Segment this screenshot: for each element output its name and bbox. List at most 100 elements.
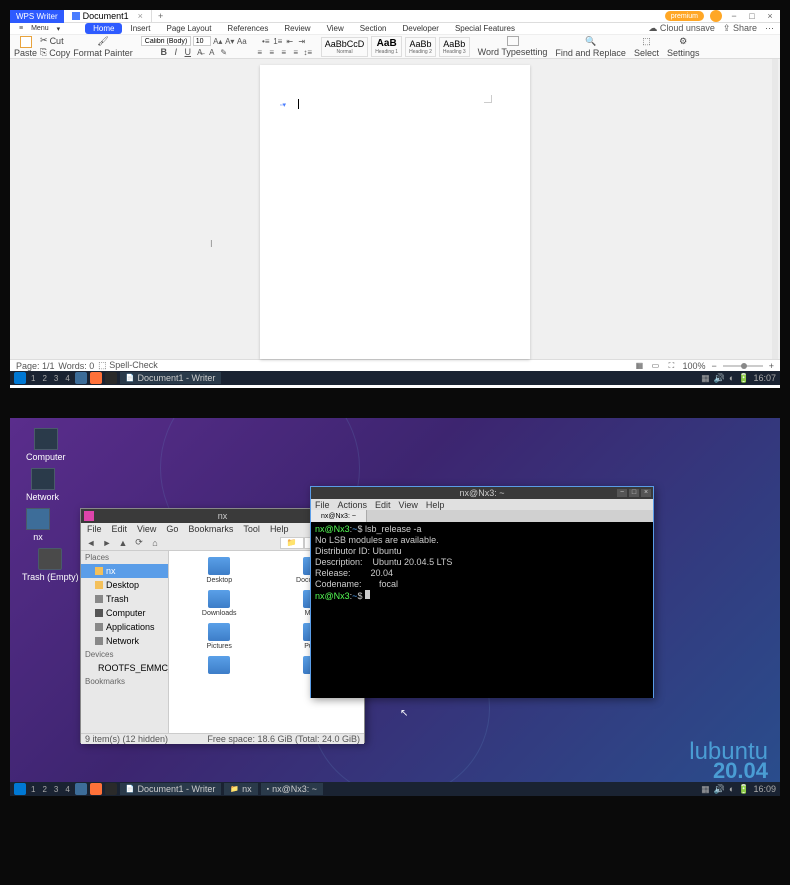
hamburger-icon[interactable]: ≡	[16, 25, 26, 32]
more-icon[interactable]: ⋯	[765, 23, 774, 34]
zoom-out-icon[interactable]: −	[711, 361, 716, 371]
sidebar-item[interactable]: Computer	[81, 606, 168, 620]
tab-section[interactable]: Section	[352, 23, 395, 34]
zoom-slider[interactable]	[723, 365, 763, 367]
close-button[interactable]: ×	[764, 11, 776, 21]
folder-item[interactable]: Downloads	[175, 590, 264, 617]
workspace-1[interactable]: 1	[29, 785, 37, 794]
firefox-icon[interactable]	[90, 783, 102, 795]
zoom-level[interactable]: 100%	[682, 361, 705, 371]
workspace-3[interactable]: 3	[52, 785, 60, 794]
sidebar-item[interactable]: Desktop	[81, 578, 168, 592]
forward-icon[interactable]: ►	[101, 537, 113, 549]
menu-help[interactable]: Help	[270, 524, 289, 534]
file-manager-icon[interactable]	[75, 783, 87, 795]
sidebar-item[interactable]: nx	[81, 564, 168, 578]
premium-badge[interactable]: premium	[665, 11, 704, 21]
font-color-icon[interactable]: A	[207, 47, 217, 57]
terminal-icon[interactable]	[105, 372, 117, 384]
sidebar-item[interactable]: Trash	[81, 592, 168, 606]
start-button[interactable]	[14, 783, 26, 795]
tab-home[interactable]: Home	[85, 23, 122, 34]
highlight-icon[interactable]: ✎	[219, 47, 229, 57]
battery-icon[interactable]: 🔋	[738, 373, 749, 384]
taskbar-app[interactable]: ▪ nx@Nx3: ~	[261, 783, 323, 795]
justify-icon[interactable]: ≡	[291, 47, 301, 57]
sidebar-item[interactable]: Network	[81, 634, 168, 648]
view-mode-icon[interactable]: ▭	[650, 361, 660, 371]
new-tab-button[interactable]: +	[152, 11, 169, 21]
workspace-1[interactable]: 1	[29, 374, 37, 383]
word-count[interactable]: Words: 0	[58, 361, 94, 371]
share-button[interactable]: ⇪ Share	[723, 23, 757, 34]
desktop-icon-network[interactable]: Network	[26, 468, 59, 502]
select-button[interactable]: ⬚Select	[634, 36, 659, 58]
line-spacing-icon[interactable]: ↕≡	[303, 47, 313, 57]
workspace-4[interactable]: 4	[63, 374, 71, 383]
tab-special[interactable]: Special Features	[447, 23, 523, 34]
outdent-icon[interactable]: ⇤	[285, 36, 295, 46]
change-case-icon[interactable]: Aa	[237, 36, 247, 46]
bold-icon[interactable]: B	[159, 47, 169, 57]
scrollbar[interactable]	[772, 59, 778, 359]
desktop-icon-trash[interactable]: Trash (Empty)	[22, 548, 79, 582]
term-title-bar[interactable]: nx@Nx3: ~ − □ ×	[311, 487, 653, 499]
folder-item[interactable]: Desktop	[175, 557, 264, 584]
align-right-icon[interactable]: ≡	[279, 47, 289, 57]
tray-icon[interactable]: ▦	[701, 373, 710, 384]
network-icon[interactable]: ◐	[729, 373, 734, 383]
tab-page-layout[interactable]: Page Layout	[158, 23, 219, 34]
increase-font-icon[interactable]: A▴	[213, 36, 223, 46]
firefox-icon[interactable]	[90, 372, 102, 384]
battery-icon[interactable]: 🔋	[738, 784, 749, 795]
copy-button[interactable]: ⎘ Copy	[40, 47, 70, 58]
close-tab-icon[interactable]: ×	[138, 11, 143, 21]
underline-icon[interactable]: U	[183, 47, 193, 57]
size-select[interactable]	[193, 36, 211, 46]
desktop-icon-home[interactable]: nx	[26, 508, 50, 542]
minimize-button[interactable]: −	[617, 489, 627, 497]
home-icon[interactable]: ⌂	[149, 537, 161, 549]
menu-go[interactable]: Go	[166, 524, 178, 534]
taskbar-app[interactable]: 📁 nx	[224, 783, 257, 795]
network-icon[interactable]: ◐	[729, 784, 734, 794]
cloud-status[interactable]: ☁ Cloud unsave	[648, 23, 715, 34]
menu-edit[interactable]: Edit	[112, 524, 128, 534]
workspace-4[interactable]: 4	[63, 785, 71, 794]
tab-developer[interactable]: Developer	[394, 23, 446, 34]
path-seg[interactable]: 📁	[280, 537, 304, 549]
minimize-button[interactable]: −	[728, 11, 740, 21]
file-manager-icon[interactable]	[75, 372, 87, 384]
italic-icon[interactable]: I	[171, 47, 181, 57]
close-button[interactable]: ×	[641, 489, 651, 497]
font-select[interactable]	[141, 36, 191, 46]
clock[interactable]: 16:07	[753, 373, 776, 383]
menu-view[interactable]: View	[137, 524, 156, 534]
menu-button[interactable]: Menu	[28, 25, 52, 32]
up-icon[interactable]: ▲	[117, 537, 129, 549]
view-mode-icon[interactable]: ▦	[634, 361, 644, 371]
page-count[interactable]: Page: 1/1	[16, 361, 55, 371]
spellcheck-status[interactable]: ⬚ Spell-Check	[98, 360, 158, 371]
sidebar-item[interactable]: Applications	[81, 620, 168, 634]
strike-icon[interactable]: A̶	[195, 47, 205, 57]
page[interactable]: ▫▾	[260, 65, 530, 359]
dropdown-icon[interactable]: ▾	[54, 25, 64, 33]
tab-insert[interactable]: Insert	[122, 23, 158, 34]
section-marker[interactable]: ▫▾	[280, 101, 286, 109]
menu-view[interactable]: View	[399, 500, 418, 510]
bullets-icon[interactable]: •≡	[261, 36, 271, 46]
term-tab[interactable]: nx@Nx3: ~	[311, 510, 367, 522]
term-body[interactable]: nx@Nx3:~$ lsb_release -a No LSB modules …	[311, 522, 653, 698]
decrease-font-icon[interactable]: A▾	[225, 36, 235, 46]
cut-button[interactable]: ✂ Cut	[40, 35, 70, 46]
numbering-icon[interactable]: 1≡	[273, 36, 283, 46]
maximize-button[interactable]: □	[629, 489, 639, 497]
tab-view[interactable]: View	[319, 23, 352, 34]
sidebar-item[interactable]: ROOTFS_EMMC_RST	[81, 661, 168, 675]
workspace-3[interactable]: 3	[52, 374, 60, 383]
back-icon[interactable]: ◄	[85, 537, 97, 549]
find-replace-button[interactable]: 🔍Find and Replace	[555, 36, 626, 58]
zoom-in-icon[interactable]: +	[769, 361, 774, 371]
terminal-window[interactable]: nx@Nx3: ~ − □ × File Actions Edit View H…	[310, 486, 654, 698]
